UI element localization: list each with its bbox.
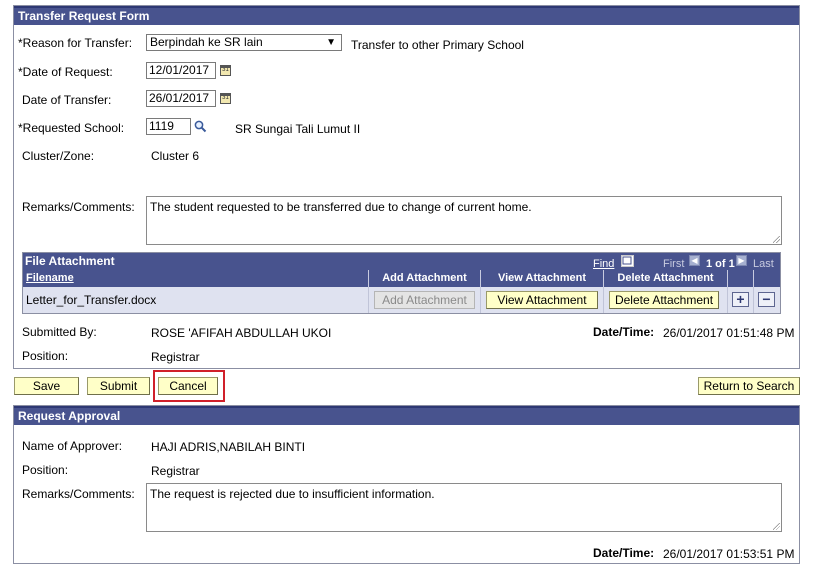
col-delete-row [753,270,780,287]
date-request-label: *Date of Request: [18,65,113,79]
view-attachment-button[interactable]: View Attachment [486,291,598,309]
datetime-value: 26/01/2017 01:51:48 PM [663,326,795,340]
col-delete-attachment: Delete Attachment [603,270,727,287]
dropdown-arrow-icon: ▼ [326,37,336,48]
reason-select[interactable]: Berpindah ke SR lain ▼ [146,34,342,51]
add-row-cell: + [727,287,753,313]
save-button[interactable]: Save [14,377,79,395]
transfer-request-header: Transfer Request Form [14,6,799,25]
add-attachment-button[interactable]: Add Attachment [374,291,475,309]
first-label[interactable]: First [663,258,684,270]
request-approval-header: Request Approval [14,406,799,425]
filename-text: Letter_for_Transfer.docx [26,293,157,307]
position-label: Position: [22,349,69,363]
cluster-label: Cluster/Zone: [22,149,95,163]
delete-row-icon[interactable]: − [758,292,775,307]
resize-grip-icon[interactable] [773,523,780,530]
approver-value: HAJI ADRIS,NABILAH BINTI [151,440,306,454]
delete-row-cell: − [753,287,780,313]
remarks-text: The student requested to be transferred … [150,200,532,214]
delete-attachment-button[interactable]: Delete Attachment [609,291,719,309]
requested-school-input[interactable]: 1119 [146,118,191,135]
col-add-row [727,270,753,287]
datetime-label: Date/Time: [593,325,655,339]
date-transfer-label: Date of Transfer: [22,93,112,107]
find-link[interactable]: Find [593,258,614,270]
next-arrow-icon[interactable]: ▶ [736,255,747,266]
reason-label: *Reason for Transfer: [18,36,133,50]
reason-description: Transfer to other Primary School [351,38,524,52]
remarks-textarea[interactable]: The student requested to be transferred … [146,196,782,245]
calendar-icon[interactable]: 31 [220,65,231,76]
requested-school-label: *Requested School: [18,121,125,135]
reason-selected-value: Berpindah ke SR lain [150,35,263,49]
delete-attachment-cell: Delete Attachment [603,287,727,313]
submitted-by-label: Submitted By: [22,325,97,339]
col-filename[interactable]: Filename [23,270,368,287]
return-to-search-button[interactable]: Return to Search [698,377,800,395]
approval-remarks-text: The request is rejected due to insuffici… [150,487,435,501]
cluster-value: Cluster 6 [151,149,200,163]
approval-position-value: Registrar [151,464,200,478]
approval-datetime-value: 26/01/2017 01:53:51 PM [663,547,795,561]
row-count: 1 of 1 [706,258,735,270]
approver-label: Name of Approver: [22,439,123,453]
approval-remarks-label: Remarks/Comments: [22,487,135,501]
add-row-icon[interactable]: + [732,292,749,307]
date-transfer-input[interactable]: 26/01/2017 [146,90,216,107]
resize-grip-icon[interactable] [773,236,780,243]
approval-remarks-textarea[interactable]: The request is rejected due to insuffici… [146,483,782,532]
add-attachment-cell: Add Attachment [368,287,480,313]
file-attachment-grid: File Attachment Find First ◀ 1 of 1 ▶ La… [22,252,781,314]
col-add-attachment: Add Attachment [368,270,480,287]
col-view-attachment: View Attachment [480,270,603,287]
approval-datetime-label: Date/Time: [593,546,655,560]
table-row: Letter_for_Transfer.docx Add Attachment … [23,287,780,313]
date-request-input[interactable]: 12/01/2017 [146,62,216,79]
remarks-label: Remarks/Comments: [22,200,135,214]
requested-school-name: SR Sungai Tali Lumut II [235,122,361,136]
last-label[interactable]: Last [753,258,774,270]
position-value: Registrar [151,350,200,364]
search-icon[interactable] [194,120,207,133]
transfer-request-panel: Transfer Request Form [13,5,800,369]
grid-column-headers: Filename Add Attachment View Attachment … [23,270,780,287]
approval-position-label: Position: [22,463,69,477]
submitted-by-value: ROSE 'AFIFAH ABDULLAH UKOI [151,326,332,340]
cancel-button[interactable]: Cancel [158,377,218,395]
submit-button[interactable]: Submit [87,377,150,395]
filename-cell: Letter_for_Transfer.docx [23,287,368,313]
view-all-icon[interactable] [621,255,634,267]
calendar-icon[interactable]: 31 [220,93,231,104]
prev-arrow-icon[interactable]: ◀ [689,255,700,266]
view-attachment-cell: View Attachment [480,287,603,313]
